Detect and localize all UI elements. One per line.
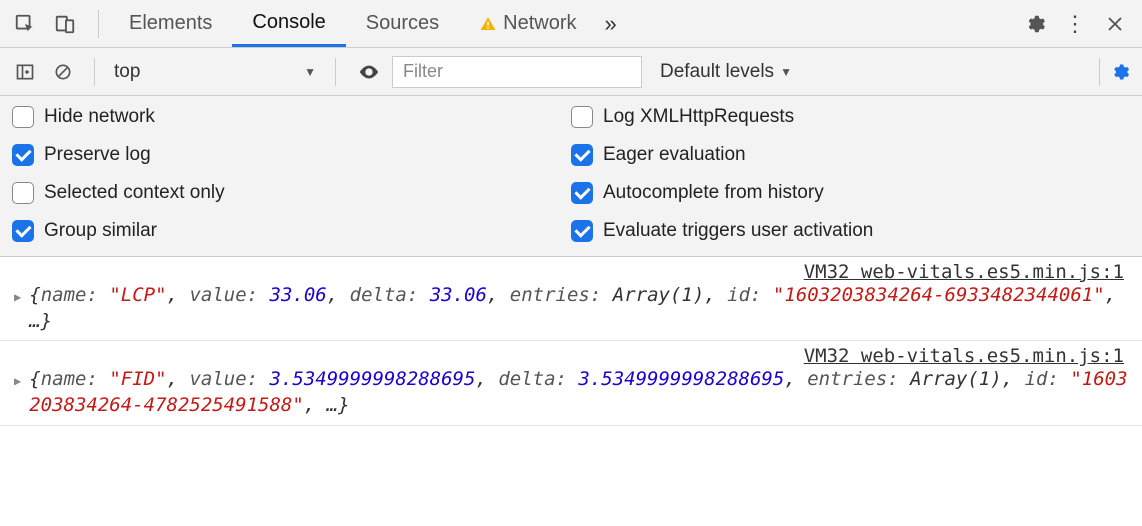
setting-autocomplete-history[interactable]: Autocomplete from history (571, 182, 1130, 204)
console-output: VM32 web-vitals.es5.min.js:1 ▶ {name: "L… (0, 257, 1142, 426)
tab-console[interactable]: Console (232, 0, 345, 47)
log-entry: VM32 web-vitals.es5.min.js:1 ▶ {name: "F… (0, 341, 1142, 425)
setting-evaluate-user-activation[interactable]: Evaluate triggers user activation (571, 220, 1130, 242)
close-icon[interactable] (1106, 15, 1124, 33)
devtools-toolbar: Elements Console Sources Network » ⋮ (0, 0, 1142, 48)
setting-log-xhr[interactable]: Log XMLHttpRequests (571, 106, 1130, 128)
inspect-element-icon[interactable] (8, 7, 42, 41)
checkbox-icon (571, 106, 593, 128)
console-settings-gear-icon[interactable] (1110, 62, 1130, 82)
log-levels-select[interactable]: Default levels ▼ (660, 61, 792, 83)
checkbox-checked-icon (571, 182, 593, 204)
kebab-menu-icon[interactable]: ⋮ (1064, 11, 1086, 37)
chevron-down-icon: ▼ (304, 65, 316, 79)
tab-network[interactable]: Network (459, 0, 596, 47)
divider (1099, 58, 1100, 86)
log-entry: VM32 web-vitals.es5.min.js:1 ▶ {name: "L… (0, 257, 1142, 341)
checkbox-checked-icon (571, 220, 593, 242)
console-settings-panel: Hide network Log XMLHttpRequests Preserv… (0, 96, 1142, 257)
setting-hide-network[interactable]: Hide network (12, 106, 571, 128)
divider (335, 58, 336, 86)
setting-selected-context-only[interactable]: Selected context only (12, 182, 571, 204)
device-toolbar-icon[interactable] (48, 7, 82, 41)
tab-sources[interactable]: Sources (346, 0, 459, 47)
setting-group-similar[interactable]: Group similar (12, 220, 571, 242)
checkbox-checked-icon (12, 144, 34, 166)
live-expression-icon[interactable] (358, 61, 380, 83)
source-link[interactable]: VM32 web-vitals.es5.min.js:1 (10, 261, 1132, 283)
chevron-down-icon: ▼ (780, 65, 792, 79)
setting-preserve-log[interactable]: Preserve log (12, 144, 571, 166)
tabs-overflow-icon[interactable]: » (605, 11, 617, 37)
log-object[interactable]: {name: "LCP", value: 33.06, delta: 33.06… (29, 283, 1132, 334)
checkbox-icon (12, 106, 34, 128)
divider (98, 10, 99, 38)
checkbox-checked-icon (571, 144, 593, 166)
source-link[interactable]: VM32 web-vitals.es5.min.js:1 (10, 345, 1132, 367)
context-label: top (114, 61, 140, 83)
disclosure-triangle-icon[interactable]: ▶ (14, 290, 21, 304)
checkbox-icon (12, 182, 34, 204)
console-filterbar: top ▼ Default levels ▼ (0, 48, 1142, 96)
divider (94, 58, 95, 86)
tab-elements[interactable]: Elements (109, 0, 232, 47)
clear-console-icon[interactable] (46, 55, 80, 89)
execution-context-select[interactable]: top ▼ (105, 56, 325, 88)
log-object[interactable]: {name: "FID", value: 3.5349999998288695,… (29, 367, 1132, 418)
disclosure-triangle-icon[interactable]: ▶ (14, 374, 21, 388)
gear-icon[interactable] (1024, 13, 1046, 35)
filter-input[interactable] (392, 56, 642, 88)
console-sidebar-toggle-icon[interactable] (8, 55, 42, 89)
tabs: Elements Console Sources Network » ⋮ (109, 0, 1134, 47)
checkbox-checked-icon (12, 220, 34, 242)
warning-icon (479, 15, 497, 33)
setting-eager-evaluation[interactable]: Eager evaluation (571, 144, 1130, 166)
